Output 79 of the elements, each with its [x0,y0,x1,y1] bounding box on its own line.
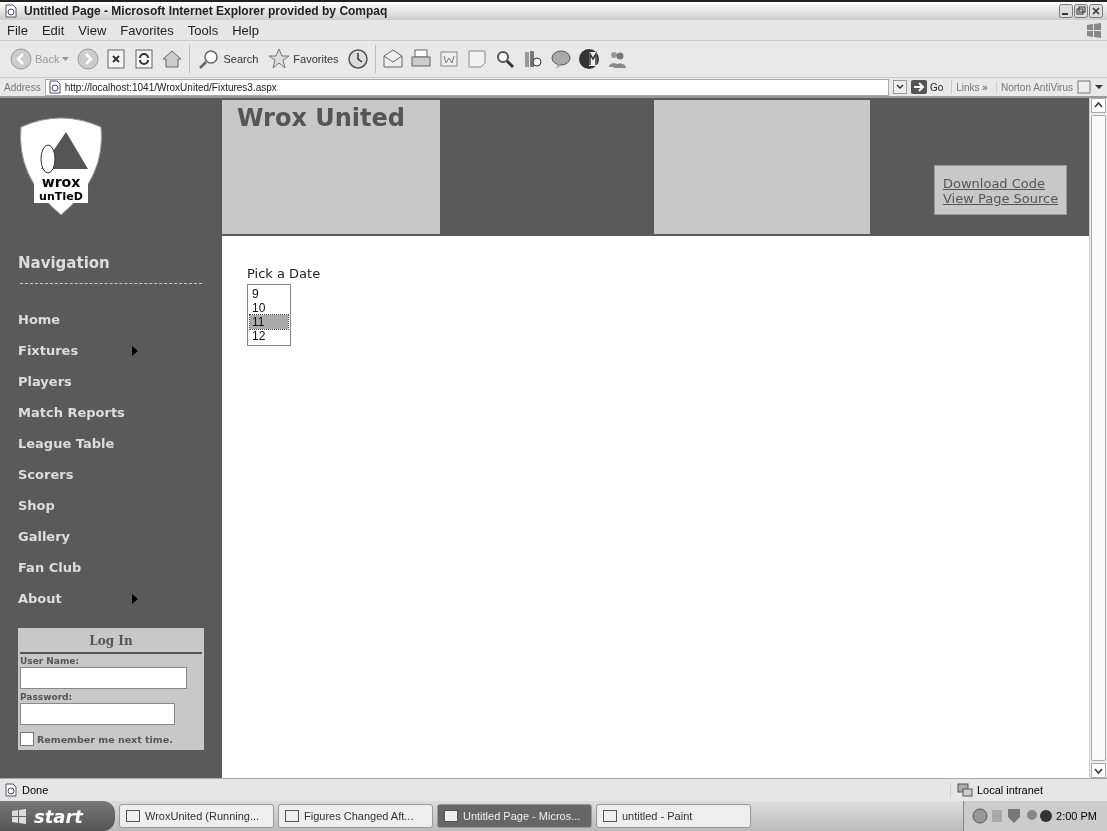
list-option[interactable]: 9 [250,287,288,301]
star-icon [268,48,291,70]
nav-item[interactable]: Scorers [18,465,138,484]
refresh-icon[interactable] [133,48,156,70]
windows-flag-icon [10,808,28,824]
taskbar-button[interactable]: WroxUnited (Running... [119,804,274,828]
list-option[interactable]: 11 [250,315,288,329]
forward-icon[interactable] [77,48,100,70]
history-icon[interactable] [346,48,369,70]
page-icon [4,783,18,797]
header-link[interactable]: View Page Source [943,191,1059,206]
network-computer-icon [956,783,973,797]
menu-item[interactable]: File [0,22,35,38]
nav-item[interactable]: Home [18,310,138,329]
list-option[interactable]: 10 [250,301,288,315]
address-label: Address [4,81,41,93]
favorites-button[interactable]: Favorites [266,46,341,72]
clock-text: 2:00 PM [1056,810,1097,822]
window-icon [285,810,299,822]
window-icon [603,810,617,822]
minimize-icon[interactable] [1059,4,1073,18]
printer-icon[interactable] [409,48,432,70]
search-button[interactable]: Search [196,46,261,72]
remember-checkbox[interactable] [20,732,34,746]
username-field[interactable] [20,667,187,689]
taskbar-button[interactable]: untitled - Paint [596,804,751,828]
menu-item[interactable]: Tools [180,22,226,38]
nav-item[interactable]: Match Reports [18,403,138,422]
checkbox-label: Remember me next time. [37,733,173,745]
mail-icon[interactable] [381,48,404,70]
dropdown-icon[interactable] [892,80,907,94]
field-label: Password: [20,692,74,702]
caret-icon [1095,85,1103,89]
nav-item[interactable]: Fixtures [18,341,138,360]
nav-item[interactable]: Shop [18,496,138,515]
taskbar-button[interactable]: Figures Changed Aft... [278,804,433,828]
window-icon [444,810,458,822]
m-logo-icon[interactable] [577,48,600,70]
window-icon [126,810,140,822]
nav-item[interactable]: Fan Club [18,558,138,577]
site-title: Wrox United [237,104,405,132]
zone-text: Local intranet [976,784,1043,796]
go-button[interactable]: Go [910,80,953,94]
tray-icons-drawing[interactable] [972,807,1053,825]
field-label: User Name: [20,656,81,666]
close-icon[interactable] [1089,4,1103,18]
menu-item[interactable]: Help [225,22,266,38]
nav-item[interactable]: About [18,589,138,608]
menu-item[interactable]: Favorites [113,22,181,38]
login-title: Log In [20,632,202,654]
page-icon [47,80,62,94]
navigation-heading: Navigation [18,254,111,272]
caret-icon [62,57,70,61]
window-title: Untitled Page - Microsoft Internet Explorer provided by Compaq [24,4,388,18]
password-field[interactable] [20,703,175,725]
word-icon[interactable] [437,48,460,70]
restore-icon[interactable] [1074,4,1088,18]
nav-item[interactable]: Gallery [18,527,138,546]
search-icon [198,48,221,70]
links-button[interactable]: Links » [956,81,997,93]
norton-antivirus-button[interactable]: Norton AntiVirus [1000,80,1103,94]
ie-page-icon [4,4,18,18]
stop-icon[interactable] [105,48,128,70]
vertical-scrollbar[interactable] [1089,98,1107,778]
taskbar-button[interactable]: Untitled Page - Micros... [437,804,592,828]
header-link[interactable]: Download Code [943,176,1059,191]
status-text: Done [22,784,49,796]
chat-bubble-icon[interactable] [549,48,572,70]
menu-item[interactable]: Edit [34,22,72,38]
windows-flag-icon [1085,22,1103,38]
nav-item[interactable]: League Table [18,434,138,453]
home-icon[interactable] [161,48,184,70]
address-field[interactable]: http://localhost:1041/WroxUnited/Fixtures3.aspx [44,78,889,96]
start-button[interactable]: start [0,801,115,831]
nav-item[interactable]: Players [18,372,138,391]
list-option[interactable]: 12 [250,329,288,343]
menu-item[interactable]: View [71,22,114,38]
date-label: Pick a Date [247,266,321,281]
date-listbox[interactable]: 9 10 11 12 [247,284,291,346]
